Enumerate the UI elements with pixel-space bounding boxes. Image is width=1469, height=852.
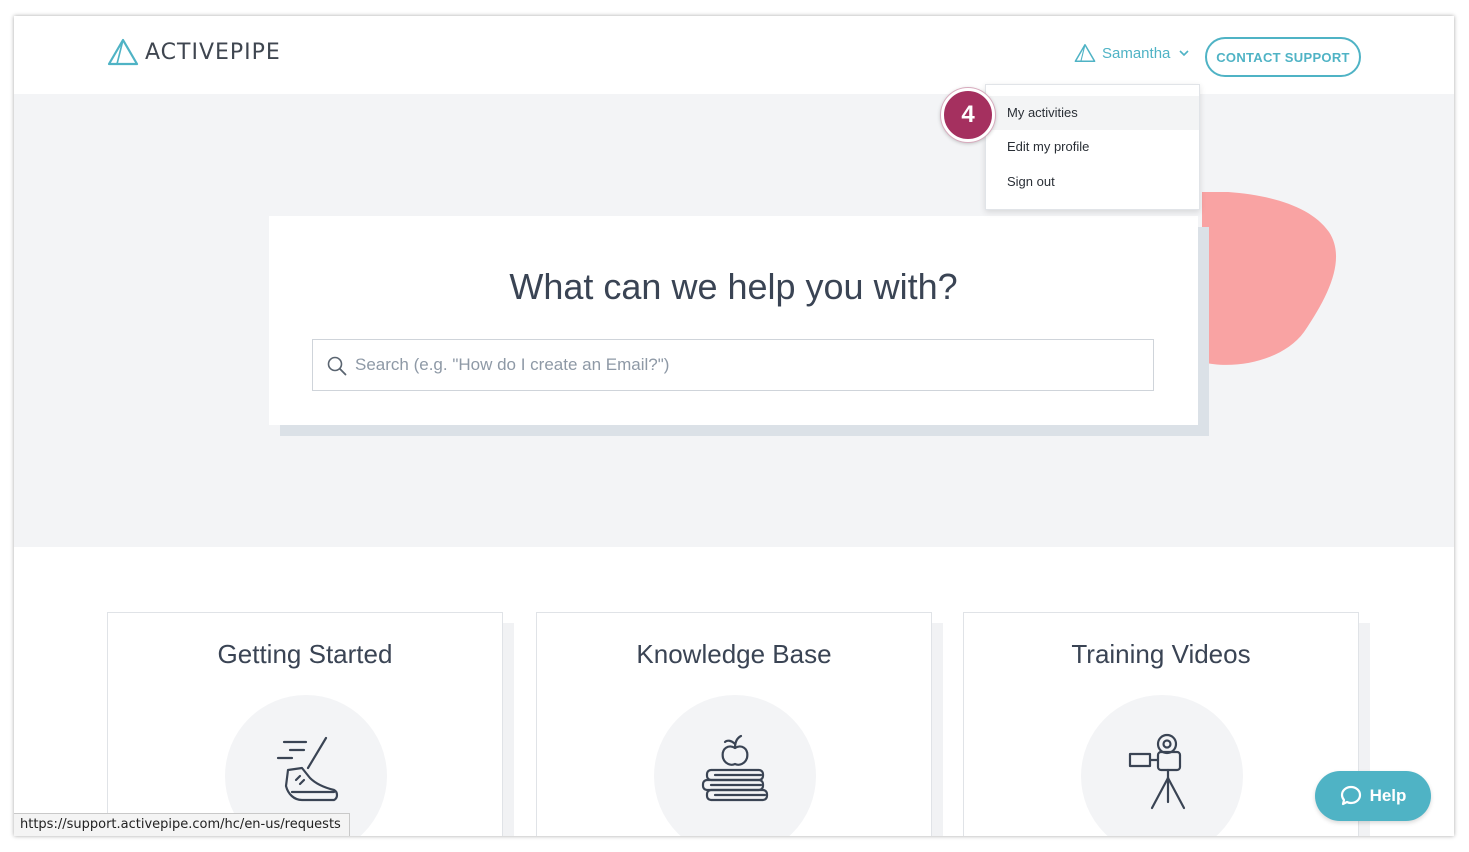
browser-viewport: ACTIVEPIPE Samantha CONTACT SUPPORT What…: [14, 16, 1454, 836]
search-input[interactable]: [355, 340, 1135, 390]
menu-item-edit-profile[interactable]: Edit my profile: [986, 130, 1199, 164]
card-knowledge-base[interactable]: Knowledge Base: [536, 612, 932, 836]
card-title: Knowledge Base: [636, 639, 832, 669]
logo[interactable]: ACTIVEPIPE: [107, 38, 281, 66]
search-icon: [327, 356, 347, 376]
logo-text: ACTIVEPIPE: [145, 39, 281, 65]
menu-item-sign-out[interactable]: Sign out: [986, 165, 1199, 199]
help-button[interactable]: Help: [1315, 771, 1431, 821]
help-button-label: Help: [1369, 786, 1407, 805]
running-shoe-icon: [276, 736, 339, 802]
search-card: What can we help you with?: [269, 216, 1198, 425]
status-bar-url: https://support.activepipe.com/hc/en-us/…: [14, 813, 350, 836]
user-menu-toggle[interactable]: Samantha: [1074, 42, 1189, 64]
site-header: ACTIVEPIPE Samantha CONTACT SUPPORT: [14, 16, 1454, 94]
card-title: Training Videos: [1071, 639, 1251, 669]
card-training-videos[interactable]: Training Videos: [963, 612, 1359, 836]
card-icon-circle: [654, 695, 816, 836]
user-avatar-icon: [1074, 43, 1096, 63]
user-name: Samantha: [1102, 44, 1171, 62]
menu-item-my-activities[interactable]: My activities: [986, 96, 1199, 130]
video-camera-icon: [1128, 733, 1186, 810]
books-apple-icon: [701, 734, 769, 802]
card-getting-started[interactable]: Getting Started: [107, 612, 503, 836]
chevron-down-icon: [1179, 50, 1189, 57]
activepipe-logo-icon: [107, 38, 139, 66]
card-title: Getting Started: [217, 639, 393, 669]
chat-bubble-icon: [1340, 785, 1361, 806]
hero-title: What can we help you with?: [509, 266, 958, 307]
contact-support-button[interactable]: CONTACT SUPPORT: [1205, 37, 1361, 77]
card-icon-circle: [1081, 695, 1243, 836]
step-number-badge: 4: [941, 88, 995, 142]
search-box[interactable]: [312, 339, 1154, 391]
user-dropdown-menu: My activities Edit my profile Sign out: [985, 84, 1200, 210]
